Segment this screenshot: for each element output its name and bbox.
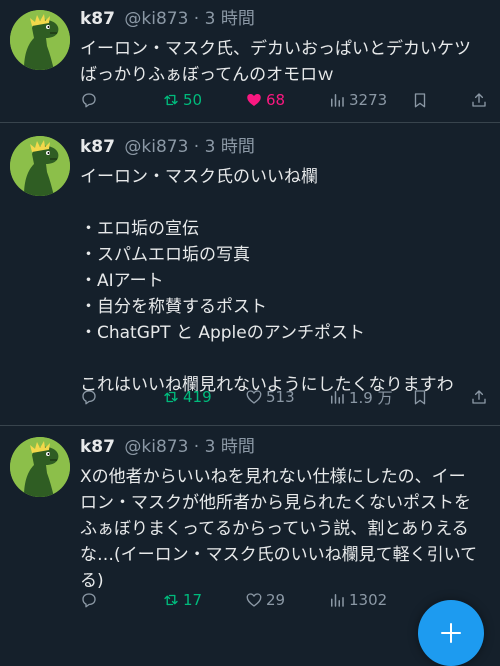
- avatar[interactable]: [10, 10, 70, 70]
- tweet-text: イーロン・マスク氏、デカいおっぱいとデカいケツ ばっかりふぁぼってんのオモロｗ: [80, 36, 490, 88]
- tweet-timestamp[interactable]: 3 時間: [205, 137, 255, 157]
- bookmark-icon: [414, 93, 426, 108]
- retweet-count: 50: [183, 91, 203, 109]
- tweet-header: k87 @ki873 · 3 時間: [80, 136, 490, 158]
- tweet-text-line: ・スパムエロ垢の写真: [80, 245, 250, 265]
- retweet-button[interactable]: 50: [162, 90, 202, 110]
- like-button[interactable]: 513: [245, 387, 295, 407]
- views-count: 3273: [349, 91, 388, 109]
- retweet-icon: [164, 391, 178, 403]
- tweet-header: k87 @ki873 · 3 時間: [80, 8, 490, 30]
- reply-icon: [82, 93, 96, 108]
- separator-dot: ·: [193, 9, 200, 29]
- views-count: 1302: [349, 591, 388, 609]
- reply-icon: [82, 593, 96, 608]
- dinosaur-avatar-icon: [10, 437, 70, 497]
- like-button[interactable]: 29: [245, 590, 285, 610]
- tweet-text-line: イーロン・マスク氏、デカいおっぱいとデカいケツ: [80, 39, 471, 59]
- tweet-text-line: ・ChatGPT と Appleのアンチポスト: [80, 323, 366, 343]
- tweet[interactable]: k87 @ki873 · 3 時間 イーロン・マスク氏のいいね欄 ・エロ垢の宣伝…: [0, 123, 500, 426]
- plus-icon: [441, 623, 461, 643]
- retweet-button[interactable]: 17: [162, 590, 202, 610]
- views-button[interactable]: 1.9 万: [328, 387, 393, 407]
- compose-button[interactable]: [418, 600, 484, 666]
- tweet[interactable]: k87 @ki873 · 3 時間 イーロン・マスク氏、デカいおっぱいとデカいケ…: [0, 0, 500, 123]
- tweet-text-line: ・自分を称賛するポスト: [80, 297, 267, 317]
- heart-filled-icon: [247, 94, 261, 106]
- views-button[interactable]: 1302: [328, 590, 387, 610]
- views-chart-icon: [331, 391, 344, 404]
- tweet-text: イーロン・マスク氏のいいね欄 ・エロ垢の宣伝 ・スパムエロ垢の写真 ・AIアート…: [80, 164, 490, 398]
- retweet-count: 17: [183, 591, 203, 609]
- share-button[interactable]: [470, 387, 491, 407]
- tweet[interactable]: k87 @ki873 · 3 時間 Xの他者からいいねを見れない仕様にしたの、イ…: [0, 426, 500, 637]
- retweet-icon: [164, 594, 178, 606]
- reply-button[interactable]: [80, 90, 101, 110]
- views-button[interactable]: 3273: [328, 90, 387, 110]
- author-name[interactable]: k87: [80, 137, 115, 157]
- author-handle[interactable]: @ki873: [124, 437, 188, 457]
- avatar[interactable]: [10, 136, 70, 196]
- views-chart-icon: [331, 94, 344, 107]
- share-button[interactable]: [470, 90, 491, 110]
- tweet-text-line: ふぁぼりまくってるからっていう説、割とありえる: [80, 519, 469, 539]
- tweet-text-line: Xの他者からいいねを見れない仕様にしたの、イー: [80, 467, 466, 487]
- like-button[interactable]: 68: [245, 90, 285, 110]
- bookmark-icon: [414, 390, 426, 405]
- reply-icon: [82, 390, 96, 405]
- reply-button[interactable]: [80, 590, 101, 610]
- tweet-text-line: な…(イーロン・マスク氏のいいね欄見て軽く引いて: [80, 545, 478, 565]
- dinosaur-avatar-icon: [10, 136, 70, 196]
- author-name[interactable]: k87: [80, 9, 115, 29]
- bookmark-button[interactable]: [411, 90, 432, 110]
- tweet-text: Xの他者からいいねを見れない仕様にしたの、イー ロン・マスクが他所者から見られた…: [80, 464, 490, 594]
- tweet-text-line: イーロン・マスク氏のいいね欄: [80, 167, 318, 187]
- reply-button[interactable]: [80, 387, 101, 407]
- tweet-text-line: ばっかりふぁぼってんのオモロｗ: [80, 65, 335, 85]
- dinosaur-avatar-icon: [10, 10, 70, 70]
- separator-dot: ·: [193, 437, 200, 457]
- tweet-actions: 419 513 1.9 万: [80, 387, 490, 407]
- views-chart-icon: [331, 594, 344, 607]
- tweet-actions: 50 68 3273: [80, 90, 490, 110]
- like-count: 29: [266, 591, 286, 609]
- tweet-header: k87 @ki873 · 3 時間: [80, 436, 490, 458]
- separator-dot: ·: [193, 137, 200, 157]
- tweet-text-line: ロン・マスクが他所者から見られたくないポストを: [80, 493, 471, 513]
- avatar[interactable]: [10, 437, 70, 497]
- views-count: 1.9 万: [349, 388, 393, 407]
- retweet-button[interactable]: 419: [162, 387, 212, 407]
- like-count: 513: [266, 388, 295, 406]
- author-name[interactable]: k87: [80, 437, 115, 457]
- heart-icon: [246, 390, 262, 404]
- tweet-text-line: ・AIアート: [80, 271, 164, 291]
- tweet-text-line: ・エロ垢の宣伝: [80, 219, 199, 239]
- retweet-icon: [164, 94, 178, 106]
- author-handle[interactable]: @ki873: [124, 137, 188, 157]
- retweet-count: 419: [183, 388, 212, 406]
- bookmark-button[interactable]: [411, 387, 432, 407]
- tweet-timestamp[interactable]: 3 時間: [205, 9, 255, 29]
- author-handle[interactable]: @ki873: [124, 9, 188, 29]
- like-count: 68: [266, 91, 286, 109]
- share-icon: [472, 390, 486, 404]
- timeline: k87 @ki873 · 3 時間 イーロン・マスク氏、デカいおっぱいとデカいケ…: [0, 0, 500, 637]
- tweet-timestamp[interactable]: 3 時間: [205, 437, 255, 457]
- heart-icon: [246, 593, 262, 607]
- share-icon: [472, 93, 486, 107]
